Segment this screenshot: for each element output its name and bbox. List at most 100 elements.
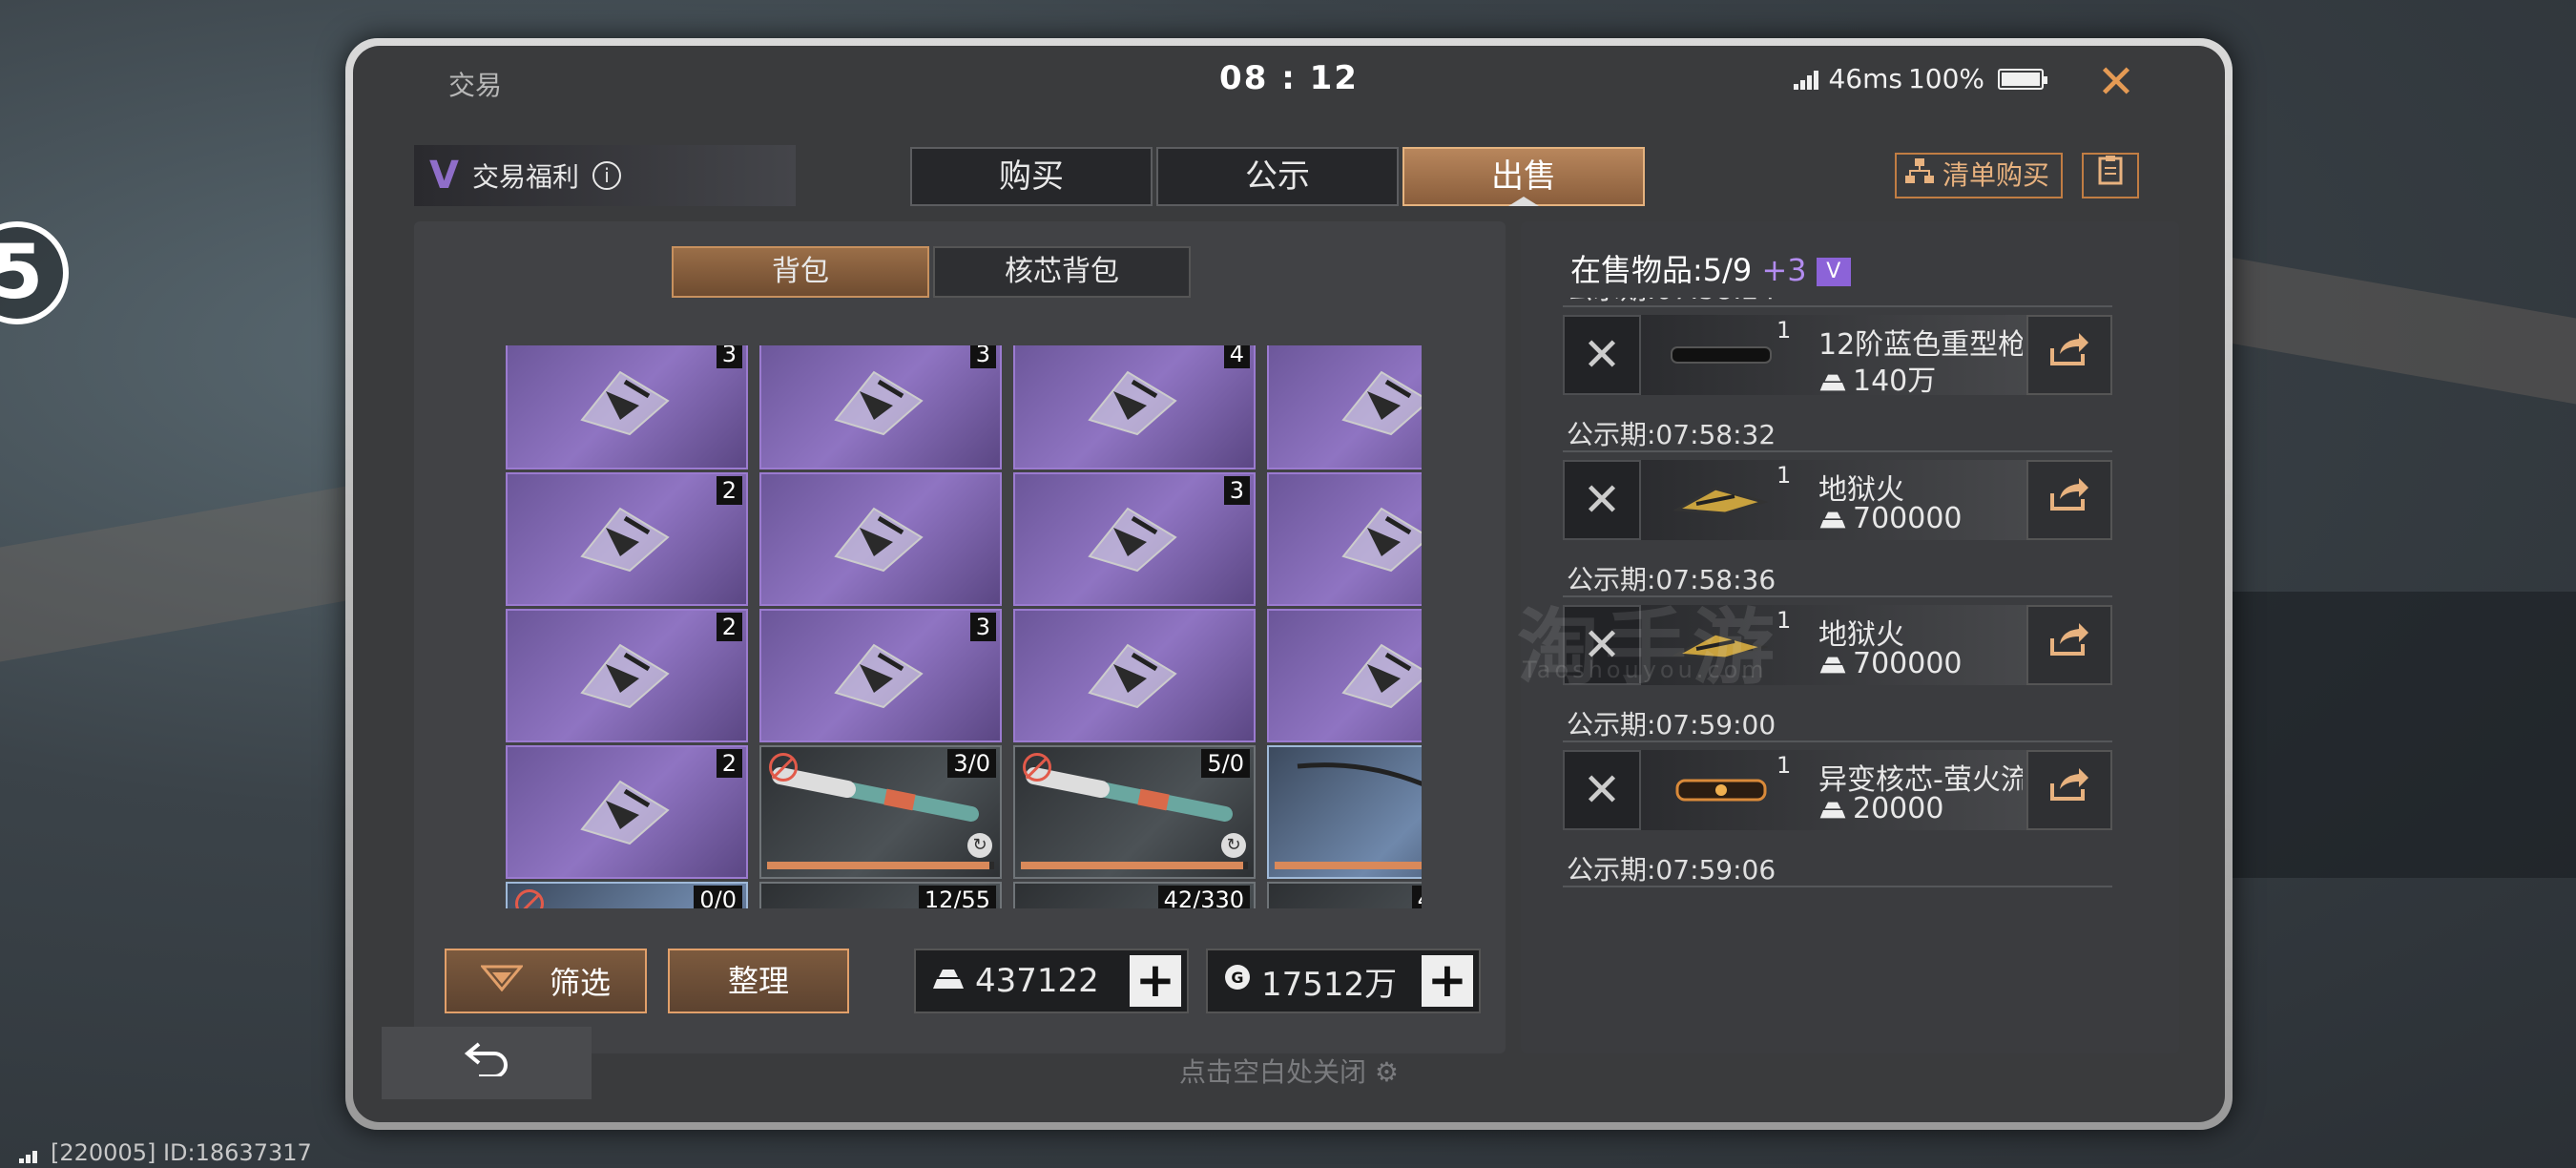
inventory-slot[interactable] — [1013, 609, 1256, 742]
item-count: 3/0 — [947, 749, 996, 778]
inventory-slot[interactable]: 2 — [506, 745, 748, 879]
armor-item-icon — [1080, 636, 1185, 712]
add-currency-a-button[interactable]: + — [1130, 955, 1181, 1007]
item-count: 2 — [716, 749, 742, 778]
subtab-core-backpack[interactable]: 核芯背包 — [933, 246, 1191, 298]
gold-bar-icon — [1819, 657, 1846, 673]
armor-item-icon — [572, 363, 677, 439]
item-count: 3 — [716, 345, 742, 368]
gold-bar-icon — [1819, 511, 1846, 528]
cancel-sale-button[interactable]: ✕ — [1563, 460, 1641, 540]
recycle-icon: ↻ — [1221, 833, 1246, 858]
add-currency-b-button[interactable]: + — [1422, 955, 1473, 1007]
gear-icon: ⚙ — [1374, 1056, 1400, 1088]
battery-icon — [1998, 68, 2047, 90]
gold-bar-icon — [1819, 802, 1846, 818]
battery-value: 100% — [1907, 63, 1984, 94]
sale-qty: 1 — [1776, 317, 1792, 344]
sale-entry[interactable]: ✕112阶蓝色重型枪口140万 — [1563, 315, 2112, 398]
share-icon[interactable] — [2026, 315, 2112, 395]
inventory-slot[interactable]: 3/0 ↻ — [759, 745, 1002, 879]
watermark-sub: Taoshouyou.com — [1523, 657, 1768, 683]
network-status: 46ms 100% — [1794, 63, 2047, 94]
inventory-slot[interactable] — [1267, 472, 1422, 606]
armor-item-icon — [826, 499, 931, 575]
armor-item-icon — [1334, 636, 1422, 712]
cancel-sale-button[interactable]: ✕ — [1563, 315, 1641, 395]
share-icon[interactable] — [2026, 460, 2112, 540]
sale-price: 700000 — [1818, 647, 1963, 680]
background-decoration — [2213, 254, 2576, 405]
tidy-button[interactable]: 整理 — [668, 949, 849, 1013]
share-icon[interactable] — [2026, 750, 2112, 830]
coin-icon: G — [1223, 963, 1252, 999]
item-count: 42/330 — [1157, 886, 1250, 908]
subtab-backpack[interactable]: 背包 — [672, 246, 929, 298]
item-count: 4 — [1223, 345, 1250, 368]
tab-sell[interactable]: 出售 — [1402, 147, 1645, 206]
clipboard-icon[interactable] — [2082, 153, 2139, 198]
v-logo-icon: V — [429, 154, 459, 198]
on-sale-bonus: +3 — [1761, 252, 1807, 288]
on-sale-label: 在售物品:5/9 — [1570, 252, 1753, 288]
sale-item-info: 1 地狱火 700000 — [1641, 460, 2026, 540]
inventory-slot[interactable]: 42/330 — [1013, 882, 1256, 908]
inventory-slot[interactable]: 42/330 — [1267, 882, 1422, 908]
durability-bar — [1275, 862, 1422, 869]
main-tabs: 购买 公示 出售 — [910, 147, 1645, 206]
inventory-slot[interactable] — [759, 472, 1002, 606]
gold-item-icon — [1668, 483, 1775, 517]
tablet-frame: 交易 08 : 12 46ms 100% ✕ V 交易福利 i 购买 公示 出售 — [345, 38, 2233, 1130]
inventory-slot[interactable]: 2 — [506, 609, 748, 742]
inventory-slot[interactable]: 12/55 — [759, 882, 1002, 908]
sale-price: 20000 — [1818, 792, 1943, 825]
announce-period: 公示期:07:59:00 — [1563, 704, 2112, 742]
share-icon[interactable] — [2026, 605, 2112, 685]
side-number-badge: 5 — [0, 221, 69, 324]
tab-buy[interactable]: 购买 — [910, 147, 1153, 206]
trade-screen: 交易 08 : 12 46ms 100% ✕ V 交易福利 i 购买 公示 出售 — [353, 46, 2225, 1122]
sale-entry[interactable]: ✕ 1 地狱火 700000 — [1563, 460, 2112, 540]
inventory-slot[interactable]: 3 — [506, 345, 748, 469]
sale-price: 700000 — [1818, 502, 1963, 535]
inventory-slot[interactable]: 5/0 ↻ — [1013, 745, 1256, 879]
svg-text:G: G — [1231, 969, 1243, 987]
sale-entry[interactable]: ✕1异变核芯-萤火流星20000 — [1563, 750, 2112, 830]
item-count: 5/0 — [1201, 749, 1250, 778]
sale-price: 140万 — [1818, 357, 1936, 399]
announce-period: 公示期:07:58:32 — [1563, 414, 2112, 452]
item-count: 3 — [1223, 476, 1250, 505]
trade-welfare[interactable]: V 交易福利 i — [414, 145, 796, 206]
currency-gold-bars: 437122 + — [914, 949, 1189, 1013]
inventory-slot[interactable]: 3 — [759, 609, 1002, 742]
close-button[interactable]: ✕ — [2091, 57, 2141, 107]
on-sale-count: 在售物品:5/9 +3 V — [1570, 246, 1851, 290]
list-buy-button[interactable]: 清单购买 — [1894, 153, 2063, 198]
armor-item-icon — [572, 772, 677, 848]
vip-badge: V — [1816, 258, 1851, 286]
inventory-slot[interactable]: 0/0 — [506, 882, 748, 908]
inventory-slot[interactable]: 2 — [506, 472, 748, 606]
inventory-slot[interactable]: 0/0↻ — [1267, 745, 1422, 879]
inventory-slot[interactable]: 3 — [1013, 472, 1256, 606]
untradable-icon — [769, 753, 798, 782]
armor-item-icon — [1080, 499, 1185, 575]
item-count: 3 — [969, 345, 996, 368]
inventory-slot[interactable]: 2 — [1267, 609, 1422, 742]
armor-item-icon — [826, 363, 931, 439]
info-icon[interactable]: i — [592, 161, 621, 190]
inventory-grid[interactable]: 33422323223/0↻5/0↻0/0↻0/012/5542/33042/3… — [506, 345, 1422, 908]
filter-button[interactable]: 筛选 — [445, 949, 647, 1013]
background-decoration — [0, 483, 363, 662]
hierarchy-icon — [1904, 155, 1935, 197]
currency-a-value: 437122 — [975, 962, 1099, 1000]
inventory-slot[interactable]: 4 — [1013, 345, 1256, 469]
status-bar: 交易 08 : 12 46ms 100% ✕ — [353, 46, 2225, 111]
armor-item-icon — [1334, 363, 1422, 439]
inventory-slot[interactable]: 3 — [759, 345, 1002, 469]
inventory-slot[interactable]: 2 — [1267, 345, 1422, 469]
announce-period: 公示期:07:59:06 — [1563, 849, 2112, 887]
cancel-sale-button[interactable]: ✕ — [1563, 750, 1641, 830]
tab-announce[interactable]: 公示 — [1156, 147, 1399, 206]
item-count: 3 — [969, 613, 996, 641]
